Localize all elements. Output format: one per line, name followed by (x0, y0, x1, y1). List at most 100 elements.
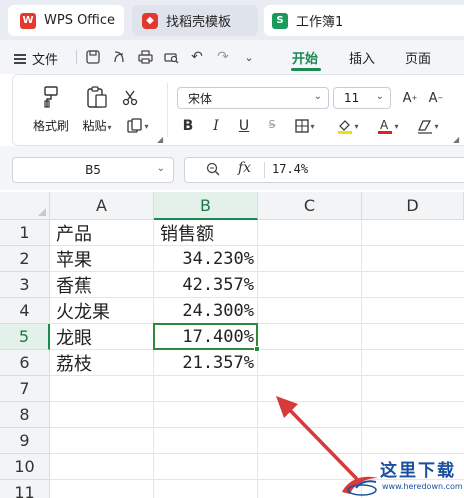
formula-input-container (184, 157, 464, 183)
row-header[interactable]: 6 (0, 350, 50, 376)
row-header-selected[interactable]: 5 (0, 324, 50, 350)
column-header-a[interactable]: A (50, 192, 154, 220)
tab-docer-templates[interactable]: ◆ 找稻壳模板 (132, 5, 258, 36)
gridline (50, 401, 464, 402)
tab-workbook[interactable]: S 工作簿1 (264, 5, 464, 36)
chevron-down-icon: ▾ (310, 121, 315, 131)
tab-home[interactable]: 开始 (292, 48, 318, 67)
redo-icon[interactable]: ↷ (214, 48, 232, 66)
name-box[interactable]: B5 ⌄ (12, 157, 174, 183)
fill-color-button[interactable]: ▾ (331, 115, 365, 137)
underline-icon[interactable]: U (233, 115, 255, 137)
cell-b2[interactable]: 34.230% (154, 246, 258, 272)
spreadsheet-icon: S (272, 12, 288, 29)
format-painter-icon (39, 85, 63, 109)
italic-icon[interactable]: I (205, 115, 227, 137)
cell-b6[interactable]: 21.357% (154, 350, 258, 376)
column-header-d[interactable]: D (362, 192, 464, 220)
cut-icon[interactable] (119, 87, 141, 109)
export-pdf-icon[interactable] (110, 48, 128, 66)
format-painter-button[interactable]: 格式刷 (29, 81, 73, 137)
select-all-corner[interactable] (0, 192, 50, 220)
row-header[interactable]: 1 (0, 220, 50, 246)
chevron-down-icon: ▾ (354, 121, 359, 131)
chevron-down-icon: ▾ (107, 123, 112, 132)
column-header-b[interactable]: B (154, 192, 258, 220)
row-header[interactable]: 4 (0, 298, 50, 324)
clipboard-icon (85, 85, 109, 109)
wps-logo-icon: W (20, 12, 36, 29)
cell-a2[interactable]: 苹果 (50, 246, 154, 272)
cell-b4[interactable]: 24.300% (154, 298, 258, 324)
svg-text:A: A (380, 118, 389, 132)
borders-button[interactable]: ▾ (289, 115, 321, 137)
chevron-down-icon: ⌄ (375, 91, 384, 102)
row-header[interactable]: 2 (0, 246, 50, 272)
active-cell-border (153, 323, 258, 350)
row-header[interactable]: 9 (0, 428, 50, 454)
increase-font-size-icon[interactable]: A + (399, 87, 421, 109)
row-header[interactable]: 7 (0, 376, 50, 402)
bold-icon[interactable]: B (177, 115, 199, 137)
clipboard-dialog-launcher-icon[interactable]: ◢ (157, 135, 163, 144)
cell-a1[interactable]: 产品 (50, 220, 154, 246)
watermark-url: www.heredown.com (382, 482, 463, 491)
tab-label: 工作簿1 (296, 15, 344, 30)
fill-handle[interactable] (254, 346, 260, 352)
cell-b3[interactable]: 42.357% (154, 272, 258, 298)
tab-wps-office[interactable]: W WPS Office (8, 5, 124, 36)
ribbon-home: 格式刷 粘贴▾ ▾ ◢ 宋体 ⌄ 11 ⌄ A + A − B I U S̶ ▾ ▾… (12, 74, 464, 146)
format-painter-label: 格式刷 (32, 119, 69, 133)
divider (264, 162, 265, 178)
font-size-select[interactable]: 11 ⌄ (333, 87, 391, 109)
cell-a5[interactable]: 龙眼 (50, 324, 154, 350)
fx-icon[interactable]: fx (238, 160, 251, 176)
chevron-down-icon: ⌄ (156, 163, 165, 174)
hamburger-icon (14, 53, 26, 64)
font-name-select[interactable]: 宋体 ⌄ (177, 87, 329, 109)
file-menu-label: 文件 (32, 53, 59, 68)
save-icon[interactable] (84, 48, 102, 66)
gridline (50, 427, 464, 428)
zoom-icon[interactable] (206, 162, 220, 180)
watermark-text: 这里下载 (380, 461, 456, 481)
undo-icon[interactable]: ↶ (188, 48, 206, 66)
row-header[interactable]: 8 (0, 402, 50, 428)
chevron-down-icon: ▾ (394, 121, 399, 131)
tab-bar: W WPS Office ◆ 找稻壳模板 S 工作簿1 (0, 0, 464, 40)
row-header[interactable]: 10 (0, 454, 50, 480)
formula-input[interactable]: 17.4% (272, 162, 308, 176)
chevron-down-icon: ▾ (144, 121, 149, 131)
file-menu[interactable]: 文件 (14, 49, 58, 68)
tab-insert[interactable]: 插入 (349, 48, 375, 67)
menu-bar: 文件 ↶ ↷ ⌄ 开始 插入 页面 (0, 40, 464, 74)
cell-b1[interactable]: 销售额 (154, 220, 258, 246)
divider (167, 83, 168, 137)
cell-a6[interactable]: 荔枝 (50, 350, 154, 376)
strikethrough-icon[interactable]: S̶ (261, 113, 283, 135)
cell-a4[interactable]: 火龙果 (50, 298, 154, 324)
row-header[interactable]: 11 (0, 480, 50, 498)
row-header[interactable]: 3 (0, 272, 50, 298)
paste-button[interactable]: 粘贴▾ (75, 81, 119, 137)
decrease-font-size-icon[interactable]: A − (425, 87, 447, 109)
clear-format-button[interactable]: ▾ (411, 115, 445, 137)
cell-reference: B5 (85, 163, 101, 177)
font-name-value: 宋体 (188, 91, 213, 106)
tab-label: 找稻壳模板 (166, 15, 232, 30)
copy-button[interactable]: ▾ (121, 115, 155, 137)
divider (76, 50, 77, 64)
tab-page[interactable]: 页面 (405, 48, 431, 67)
chevron-down-icon[interactable]: ⌄ (240, 48, 258, 66)
cell-a3[interactable]: 香蕉 (50, 272, 154, 298)
font-size-value: 11 (344, 91, 360, 105)
font-dialog-launcher-icon[interactable]: ◢ (453, 135, 459, 144)
print-icon[interactable] (136, 48, 154, 66)
active-tab-indicator (291, 68, 321, 71)
tab-label: WPS Office (44, 13, 116, 28)
print-preview-icon[interactable] (162, 48, 180, 66)
font-color-button[interactable]: A ▾ (371, 115, 405, 137)
chevron-down-icon: ▾ (434, 121, 439, 131)
docer-icon: ◆ (142, 12, 158, 29)
column-header-c[interactable]: C (258, 192, 362, 220)
